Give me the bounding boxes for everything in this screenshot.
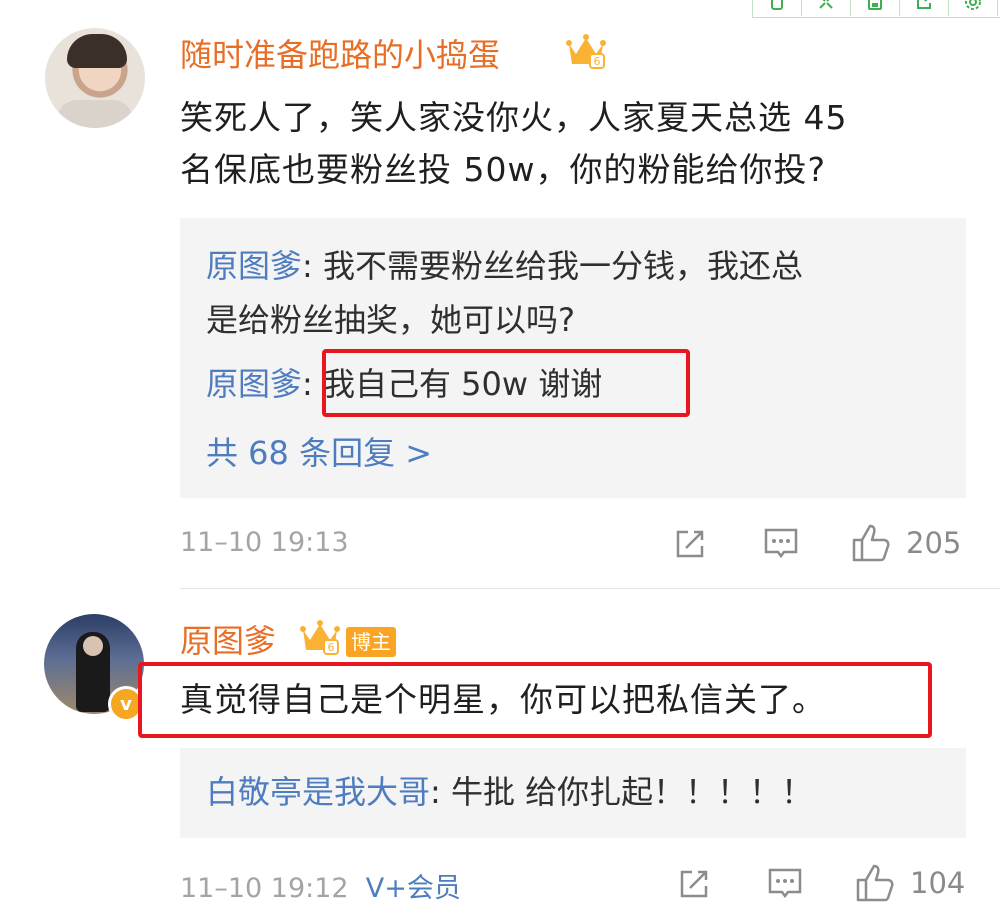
external-link-button[interactable] bbox=[900, 0, 949, 16]
image-toolbar bbox=[752, 0, 1000, 18]
comment-meta: 11–10 19:12 V+会员 bbox=[180, 866, 461, 905]
external-link-icon bbox=[917, 0, 932, 9]
comment-timestamp: 11–10 19:13 bbox=[180, 527, 349, 558]
settings-button[interactable] bbox=[949, 0, 998, 16]
share-icon[interactable] bbox=[676, 864, 714, 902]
share-icon[interactable] bbox=[672, 524, 710, 562]
comment-text-line: 名保底也要粉丝投 50w，你的粉能给你投? bbox=[180, 150, 826, 189]
settings-icon bbox=[965, 0, 981, 10]
like-icon[interactable] bbox=[854, 862, 896, 904]
like-icon[interactable] bbox=[850, 522, 892, 564]
reply-text-continued: 是给粉丝抽奖，她可以吗? bbox=[206, 301, 575, 339]
reply-author[interactable]: 白敬亭是我大哥 bbox=[206, 773, 430, 811]
copy-button[interactable] bbox=[753, 0, 802, 16]
divider bbox=[180, 588, 1000, 589]
svg-text:6: 6 bbox=[328, 641, 335, 654]
reply-author[interactable]: 原图爹 bbox=[206, 365, 302, 403]
vip-label[interactable]: V+会员 bbox=[366, 873, 461, 904]
like-count: 205 bbox=[906, 526, 962, 560]
comment-username[interactable]: 原图爹 bbox=[180, 616, 276, 662]
blogger-badge: 博主 bbox=[346, 627, 396, 657]
reply-author[interactable]: 原图爹 bbox=[206, 247, 302, 285]
expand-icon bbox=[819, 0, 833, 9]
comment-icon[interactable] bbox=[766, 864, 804, 902]
user-avatar[interactable] bbox=[45, 28, 145, 128]
expand-button[interactable] bbox=[802, 0, 851, 16]
highlight-box bbox=[322, 349, 690, 417]
reply-text: : 我不需要粉丝给我一分钱，我还总 bbox=[302, 247, 803, 285]
comment-text: 笑死人了，笑人家没你火，人家夏天总选 45 名保底也要粉丝投 50w，你的粉能给… bbox=[180, 92, 847, 196]
comment-icon[interactable] bbox=[762, 524, 800, 562]
comment-timestamp: 11–10 19:12 bbox=[180, 873, 349, 904]
highlight-box bbox=[138, 662, 932, 738]
reply-text: : 牛批 给你扎起！！！！！ bbox=[430, 773, 814, 811]
copy-icon bbox=[771, 0, 783, 10]
svg-text:6: 6 bbox=[594, 55, 601, 68]
crown-icon: 6 bbox=[300, 620, 340, 655]
comment-username[interactable]: 随时准备跑路的小捣蛋 bbox=[180, 30, 500, 76]
like-count: 104 bbox=[910, 866, 966, 900]
save-icon bbox=[868, 0, 882, 10]
crown-icon: 6 bbox=[566, 34, 606, 69]
more-replies-link[interactable]: 共 68 条回复 > bbox=[206, 428, 432, 474]
reply-item: 白敬亭是我大哥: 牛批 给你扎起！！！！！ bbox=[206, 766, 813, 818]
reply-item: 原图爹: 我不需要粉丝给我一分钱，我还总 bbox=[206, 240, 803, 292]
comment-text-line: 笑死人了，笑人家没你火，人家夏天总选 45 bbox=[180, 98, 848, 137]
save-button[interactable] bbox=[851, 0, 900, 16]
